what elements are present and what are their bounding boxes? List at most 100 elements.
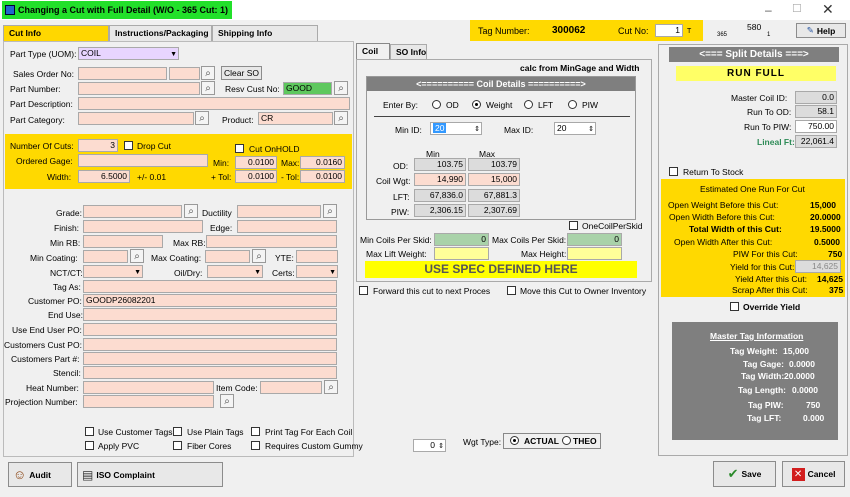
sales-order-field[interactable] xyxy=(78,67,167,80)
part-category-search-icon[interactable]: ⌕ xyxy=(195,111,209,125)
plus-tol-field[interactable]: 0.0100 xyxy=(235,170,277,183)
part-description-field[interactable] xyxy=(78,97,350,110)
enter-by-od-radio[interactable] xyxy=(432,100,441,109)
cancel-button[interactable]: ✕ Cancel xyxy=(782,461,845,487)
max-rb-label: Max RB: xyxy=(173,238,206,248)
plus-tol-label: + Tol: xyxy=(211,172,232,182)
max-coating-search-icon[interactable]: ⌕ xyxy=(252,249,266,263)
one-coil-per-skid-label: OneCoilPerSkid xyxy=(582,221,643,231)
tag-as-field[interactable] xyxy=(83,280,337,293)
stencil-field[interactable] xyxy=(83,366,337,379)
close-icon[interactable]: ✕ xyxy=(822,1,834,18)
sales-order-search-icon[interactable]: ⌕ xyxy=(201,66,215,80)
iso-complaint-button[interactable]: ▤ ISO Complaint xyxy=(77,462,223,487)
certs-select[interactable]: ▼ xyxy=(296,265,338,278)
edge-field[interactable] xyxy=(237,220,337,233)
drop-cut-checkbox[interactable] xyxy=(124,141,133,150)
part-number-search-icon[interactable]: ⌕ xyxy=(201,81,215,95)
part-category-field[interactable] xyxy=(78,112,194,125)
tab-shipping-info[interactable]: Shipping Info xyxy=(212,25,318,41)
coil-wgt-min-field[interactable]: 14,990 xyxy=(414,173,466,186)
min-rb-field[interactable] xyxy=(83,235,163,248)
sales-order-line-field[interactable] xyxy=(169,67,200,80)
max-height-field[interactable] xyxy=(567,247,622,260)
override-yield-checkbox[interactable] xyxy=(730,302,739,311)
customers-part-field[interactable] xyxy=(83,352,337,365)
return-to-stock-checkbox[interactable] xyxy=(669,167,678,176)
coil-wgt-max-field[interactable]: 15,000 xyxy=(468,173,520,186)
enter-by-lft-radio[interactable] xyxy=(524,100,533,109)
min-coils-field[interactable]: 0 xyxy=(434,233,489,246)
tab-instructions-packaging[interactable]: Instructions/Packaging xyxy=(109,25,212,41)
ductility-search-icon[interactable]: ⌕ xyxy=(323,204,337,218)
tab-so-info[interactable]: SO Info xyxy=(390,44,427,60)
end-use-field[interactable] xyxy=(83,308,337,321)
run-to-piw-field[interactable]: 750.00 xyxy=(795,120,837,133)
ductility-field[interactable] xyxy=(237,205,321,218)
max-id-stepper[interactable]: 20 ⇕ xyxy=(554,122,596,135)
apply-pvc-checkbox[interactable] xyxy=(85,441,94,450)
help-button[interactable]: ✎ Help xyxy=(796,23,846,38)
max-rb-field[interactable] xyxy=(206,235,337,248)
max-lift-field[interactable] xyxy=(434,247,489,260)
use-customer-tags-checkbox[interactable] xyxy=(85,427,94,436)
minus-tol-label: - Tol: xyxy=(281,172,300,182)
resv-cust-search-icon[interactable]: ⌕ xyxy=(334,81,348,95)
min-coating-search-icon[interactable]: ⌕ xyxy=(130,249,144,263)
enter-by-weight-radio[interactable] xyxy=(472,100,481,109)
oil-dry-select[interactable]: ▼ xyxy=(207,265,263,278)
projection-number-field[interactable] xyxy=(83,395,214,408)
number-of-cuts-field[interactable]: 3 xyxy=(78,139,118,152)
part-number-field[interactable] xyxy=(78,82,200,95)
theo-radio[interactable] xyxy=(562,436,571,445)
maximize-button[interactable]: ☐ xyxy=(792,2,802,15)
use-plain-tags-checkbox[interactable] xyxy=(173,427,182,436)
print-tag-each-coil-checkbox[interactable] xyxy=(251,427,260,436)
cut-no-field[interactable]: 1 xyxy=(655,24,683,37)
item-code-field[interactable] xyxy=(260,381,322,394)
enter-by-piw-radio[interactable] xyxy=(568,100,577,109)
gage-max-field[interactable]: 0.0160 xyxy=(300,156,345,169)
forward-cut-checkbox[interactable] xyxy=(359,286,368,295)
requires-custom-gummy-checkbox[interactable] xyxy=(251,441,260,450)
product-search-icon[interactable]: ⌕ xyxy=(334,111,348,125)
one-coil-per-skid-checkbox[interactable] xyxy=(569,221,578,230)
width-field[interactable]: 6.5000 xyxy=(78,170,130,183)
max-coils-field[interactable]: 0 xyxy=(567,233,622,246)
open-width-value: 20.0000 xyxy=(810,212,841,222)
fiber-cores-checkbox[interactable] xyxy=(173,441,182,450)
move-owner-checkbox[interactable] xyxy=(507,286,516,295)
tab-cut-info[interactable]: Cut Info xyxy=(3,25,109,41)
ordered-gage-field[interactable] xyxy=(78,154,208,167)
projection-number-label: Projection Number: xyxy=(5,397,78,407)
audit-button[interactable]: ☺ Audit xyxy=(8,462,72,487)
item-code-search-icon[interactable]: ⌕ xyxy=(324,380,338,394)
customer-po-field[interactable]: GOODP26082201 xyxy=(83,294,337,307)
header-365: 365 xyxy=(717,32,728,38)
tab-coil[interactable]: Coil xyxy=(356,43,390,59)
projection-search-icon[interactable]: ⌕ xyxy=(220,394,234,408)
min-id-stepper[interactable]: 20 ⇕ xyxy=(430,122,482,135)
resv-cust-field[interactable]: GOOD xyxy=(283,82,332,95)
max-coating-field[interactable] xyxy=(205,250,250,263)
finish-field[interactable] xyxy=(83,220,203,233)
clear-so-button[interactable]: Clear SO xyxy=(221,66,262,80)
save-button[interactable]: ✔ Save xyxy=(713,461,776,487)
min-coating-field[interactable] xyxy=(83,250,128,263)
gummy-stepper[interactable]: 0 ⇕ xyxy=(413,439,446,452)
actual-radio[interactable] xyxy=(510,436,519,445)
heat-number-field[interactable] xyxy=(83,381,214,394)
part-type-select[interactable]: COIL ▼ xyxy=(78,47,179,60)
grade-field[interactable] xyxy=(83,205,182,218)
nct-select[interactable]: ▼ xyxy=(83,265,143,278)
item-code-label: Item Code: xyxy=(216,383,258,393)
grade-search-icon[interactable]: ⌕ xyxy=(184,204,198,218)
end-user-po-field[interactable] xyxy=(83,323,337,336)
yte-field[interactable] xyxy=(296,250,338,263)
minus-tol-field[interactable]: 0.0100 xyxy=(300,170,345,183)
customers-cust-po-field[interactable] xyxy=(83,338,337,351)
minimize-button[interactable]: – xyxy=(765,3,772,17)
gage-min-field[interactable]: 0.0100 xyxy=(235,156,277,169)
product-field[interactable]: CR xyxy=(258,112,333,125)
cut-onhold-checkbox[interactable] xyxy=(235,144,244,153)
